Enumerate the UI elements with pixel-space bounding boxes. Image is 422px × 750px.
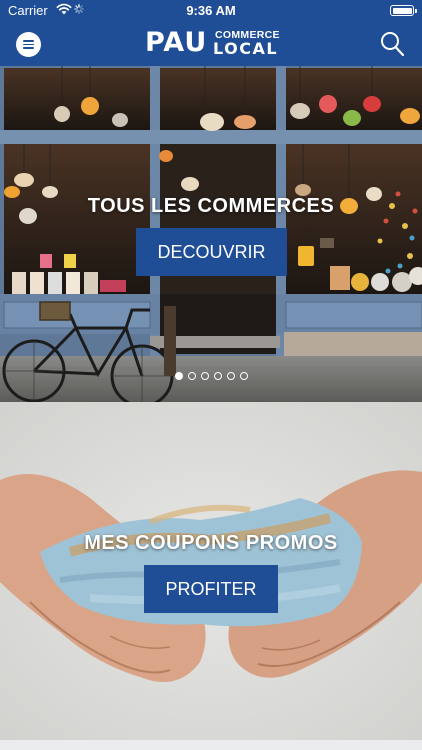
coupons-title: MES COUPONS PROMOS — [84, 532, 338, 554]
carousel-dot[interactable] — [213, 372, 222, 380]
discover-button[interactable]: DECOUVRIR — [136, 228, 287, 276]
carousel-dot[interactable] — [174, 372, 183, 380]
menu-button[interactable] — [16, 32, 41, 57]
carousel-indicator — [0, 372, 422, 380]
menu-icon — [23, 40, 34, 42]
shops-title: TOUS LES COMMERCES — [87, 195, 335, 217]
carousel-dot[interactable] — [187, 372, 196, 380]
carousel-dot[interactable] — [200, 372, 209, 380]
shops-banner[interactable]: TOUS LES COMMERCES DECOUVRIR — [0, 66, 422, 402]
next-banner-edge — [0, 740, 422, 750]
profit-button[interactable]: PROFITER — [144, 565, 278, 613]
clock: 9:36 AM — [186, 3, 236, 18]
logo-bottom-text: LOCAL — [213, 39, 279, 58]
search-icon[interactable] — [379, 30, 405, 58]
status-bar: Carrier 9:36 AM — [0, 0, 422, 22]
app-header: PAU COMMERCE LOCAL — [0, 22, 422, 66]
app-logo: PAU COMMERCE LOCAL — [145, 27, 280, 59]
coupons-banner[interactable]: MES COUPONS PROMOS PROFITER — [0, 402, 422, 740]
carousel-dot[interactable] — [239, 372, 248, 380]
battery-icon — [390, 5, 417, 16]
carousel-dot[interactable] — [226, 372, 235, 380]
logo-main-text: PAU — [145, 27, 208, 58]
